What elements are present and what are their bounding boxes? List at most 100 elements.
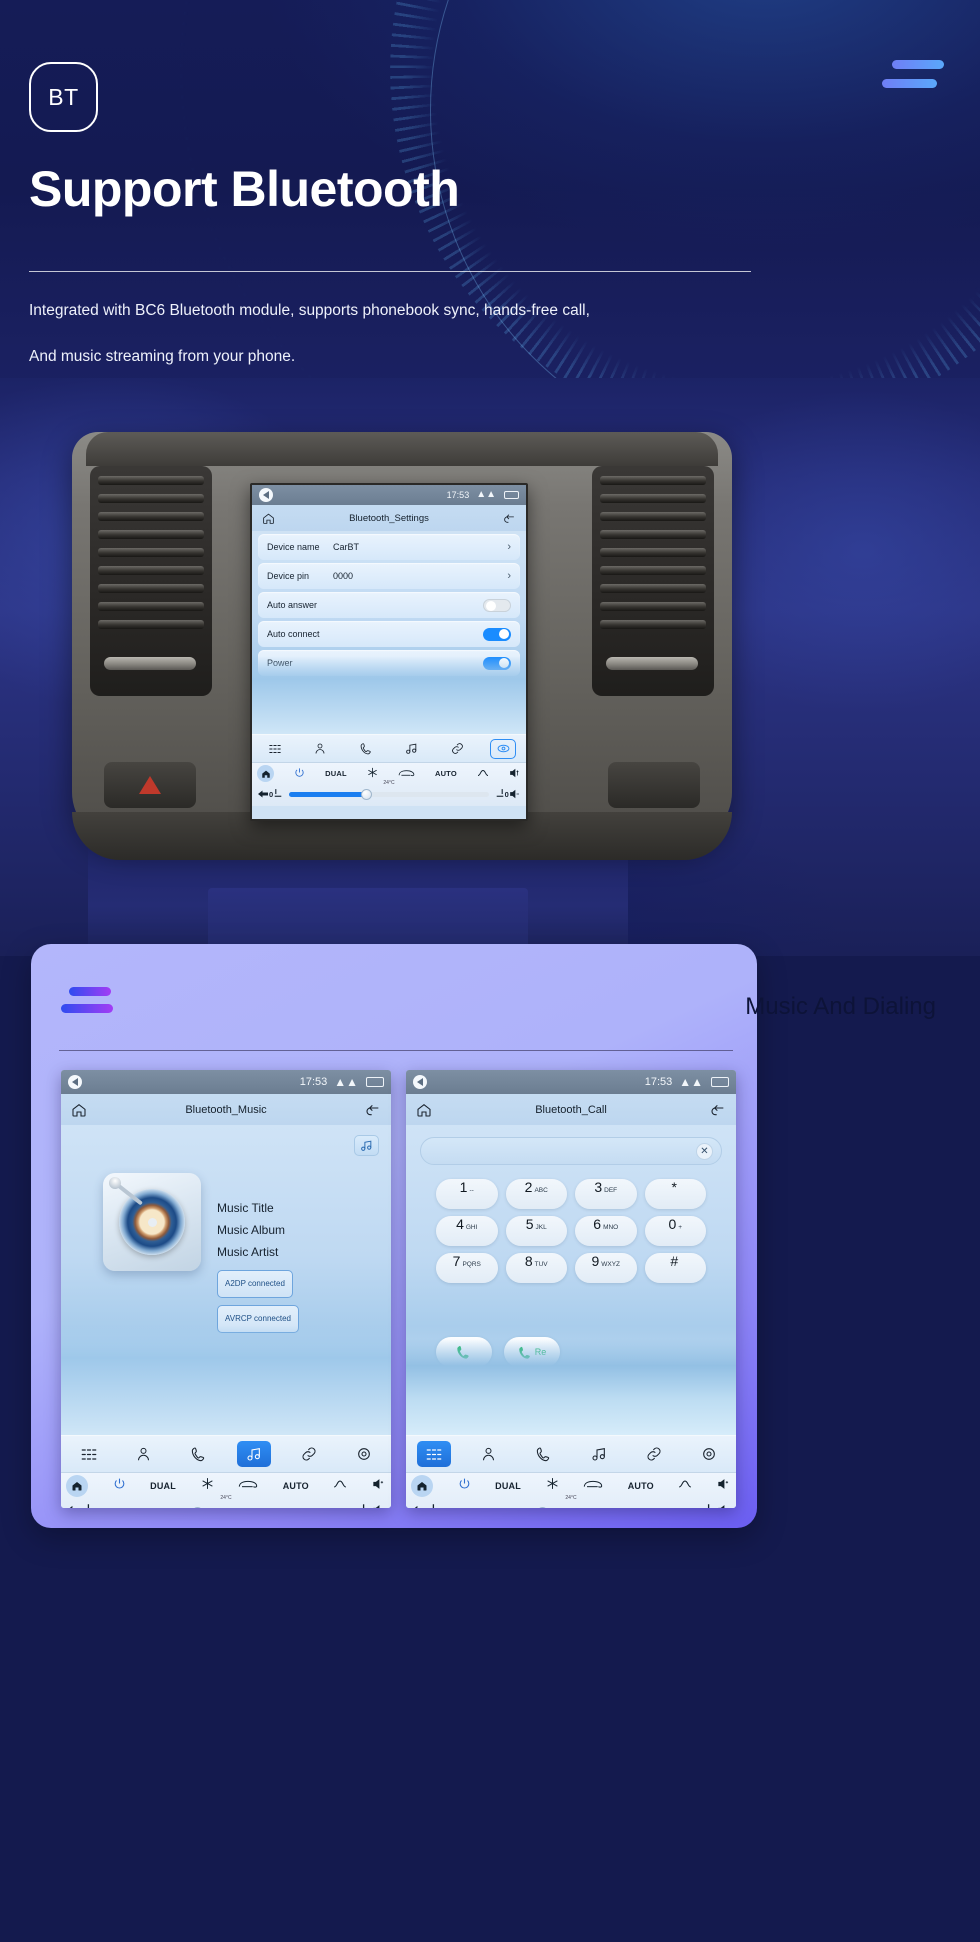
seat-icon[interactable] [273,786,283,804]
head-unit-screen-call[interactable]: 17:53 ▲▲ Bluetooth_Call ✕ 1 -- 2 ABC 3 DEF … [406,1070,736,1508]
key-5[interactable]: 5 JKL [505,1216,567,1246]
dual-label[interactable]: DUAL [495,1481,521,1491]
contact-icon[interactable] [307,739,333,759]
key-0[interactable]: 0 + [644,1216,706,1246]
home-icon[interactable] [257,765,274,782]
card-bar-top [69,987,111,996]
defrost-rear-icon[interactable] [398,765,415,783]
apps-grid-icon[interactable] [262,739,288,759]
wallpaper [252,656,526,734]
seat-heater-icon[interactable] [495,786,505,804]
home-icon[interactable] [411,1475,433,1497]
chevron-right-icon[interactable]: › [507,541,511,553]
volume-up-icon[interactable] [372,1477,386,1495]
back-arrow-icon[interactable] [66,1503,80,1508]
chevron-right-icon[interactable]: › [507,570,511,582]
chevron-up-icon[interactable]: ▲▲ [679,1076,703,1088]
return-icon[interactable] [503,512,516,525]
return-icon[interactable] [710,1102,726,1118]
seat-icon[interactable] [430,1503,442,1508]
table-row[interactable]: Device name CarBT › [258,534,520,560]
snowflake-icon[interactable] [546,1477,559,1495]
key-2[interactable]: 2 ABC [505,1179,567,1209]
seat-heater-icon[interactable] [700,1503,712,1508]
head-unit-screen-settings[interactable]: 17:53 ▲▲ Bluetooth_Settings Device name … [250,483,528,821]
home-icon[interactable] [66,1475,88,1497]
temperature-slider[interactable] [289,789,489,800]
blank-button[interactable] [608,762,700,808]
volume-up-icon[interactable] [717,1477,731,1495]
title-divider [29,271,751,272]
defrost-rear-icon[interactable] [583,1477,603,1495]
airflow-icon[interactable] [477,765,489,783]
close-icon[interactable]: ✕ [696,1142,713,1160]
power-icon[interactable] [294,765,305,783]
key-9[interactable]: 9 WXYZ [575,1253,637,1283]
phone-number-input[interactable]: ✕ [420,1137,722,1165]
snowflake-icon[interactable] [201,1477,214,1495]
auto-connect-toggle[interactable] [483,627,511,641]
key-3[interactable]: 3 DEF [575,1179,637,1209]
phone-icon[interactable] [353,739,379,759]
hamburger-icon[interactable] [882,60,944,98]
apps-grid-icon[interactable] [416,1441,451,1467]
auto-label[interactable]: AUTO [435,769,457,778]
phone-icon[interactable] [527,1441,561,1467]
dual-label[interactable]: DUAL [325,769,347,778]
key-7[interactable]: 7 PQRS [436,1253,498,1283]
music-note-icon[interactable] [399,739,425,759]
key-8[interactable]: 8 TUV [505,1253,567,1283]
chevron-up-icon[interactable]: ▲▲ [476,490,496,500]
airflow-icon[interactable] [678,1477,692,1495]
table-row[interactable]: Auto connect [258,621,520,647]
snowflake-icon[interactable] [367,765,378,783]
power-icon[interactable] [113,1477,126,1495]
key-hash[interactable]: # [644,1253,706,1283]
seat-icon[interactable] [85,1503,97,1508]
back-icon[interactable] [259,488,273,502]
table-row[interactable]: Auto answer [258,592,520,618]
back-icon[interactable] [413,1075,427,1089]
auto-label[interactable]: AUTO [628,1481,654,1491]
music-artist: Music Artist [217,1245,279,1259]
settings-list: Device name CarBT › Device pin 0000 › Au… [252,534,526,734]
key-4[interactable]: 4 GHI [436,1216,498,1246]
dual-label[interactable]: DUAL [150,1481,176,1491]
bluetooth-settings-icon[interactable] [490,738,517,759]
seat-heater-icon[interactable] [355,1503,367,1508]
back-icon[interactable] [68,1075,82,1089]
phone-icon[interactable] [182,1441,216,1467]
contact-icon[interactable] [127,1441,161,1467]
chevron-up-icon[interactable]: ▲▲ [334,1076,358,1088]
back-arrow-icon[interactable] [411,1503,425,1508]
link-icon[interactable] [637,1441,671,1467]
return-icon[interactable] [365,1102,381,1118]
volume-up-icon[interactable] [509,765,521,783]
apps-grid-icon[interactable] [72,1441,106,1467]
music-source-button[interactable] [354,1135,379,1156]
auto-label[interactable]: AUTO [283,1481,309,1491]
key-star[interactable]: * [644,1179,706,1209]
table-row[interactable]: Device pin 0000 › [258,563,520,589]
key-6[interactable]: 6 MNO [575,1216,637,1246]
link-icon[interactable] [444,739,470,759]
defrost-rear-icon[interactable] [238,1477,258,1495]
head-unit-screen-music[interactable]: 17:53 ▲▲ Bluetooth_Music Music Title Mus… [61,1070,391,1508]
link-icon[interactable] [292,1441,326,1467]
hazard-light-button[interactable] [104,762,196,808]
auto-answer-toggle[interactable] [483,598,511,612]
settings-gear-icon[interactable] [692,1441,726,1467]
key-1[interactable]: 1 -- [436,1179,498,1209]
power-icon[interactable] [458,1477,471,1495]
volume-down-icon[interactable] [372,1503,386,1508]
volume-down-icon[interactable] [509,786,521,804]
climate-control-bar: DUAL AUTO 24°C 0 [61,1472,391,1508]
contact-icon[interactable] [472,1441,506,1467]
dial-keypad: 1 -- 2 ABC 3 DEF * 4 GHI 5 JKL 6 MNO 0 + 7 PQRS … [436,1179,706,1283]
settings-gear-icon[interactable] [347,1441,381,1467]
back-arrow-icon[interactable] [257,786,269,804]
airflow-icon[interactable] [333,1477,347,1495]
music-note-icon[interactable] [582,1441,616,1467]
music-note-icon[interactable] [236,1441,271,1467]
volume-down-icon[interactable] [717,1503,731,1508]
